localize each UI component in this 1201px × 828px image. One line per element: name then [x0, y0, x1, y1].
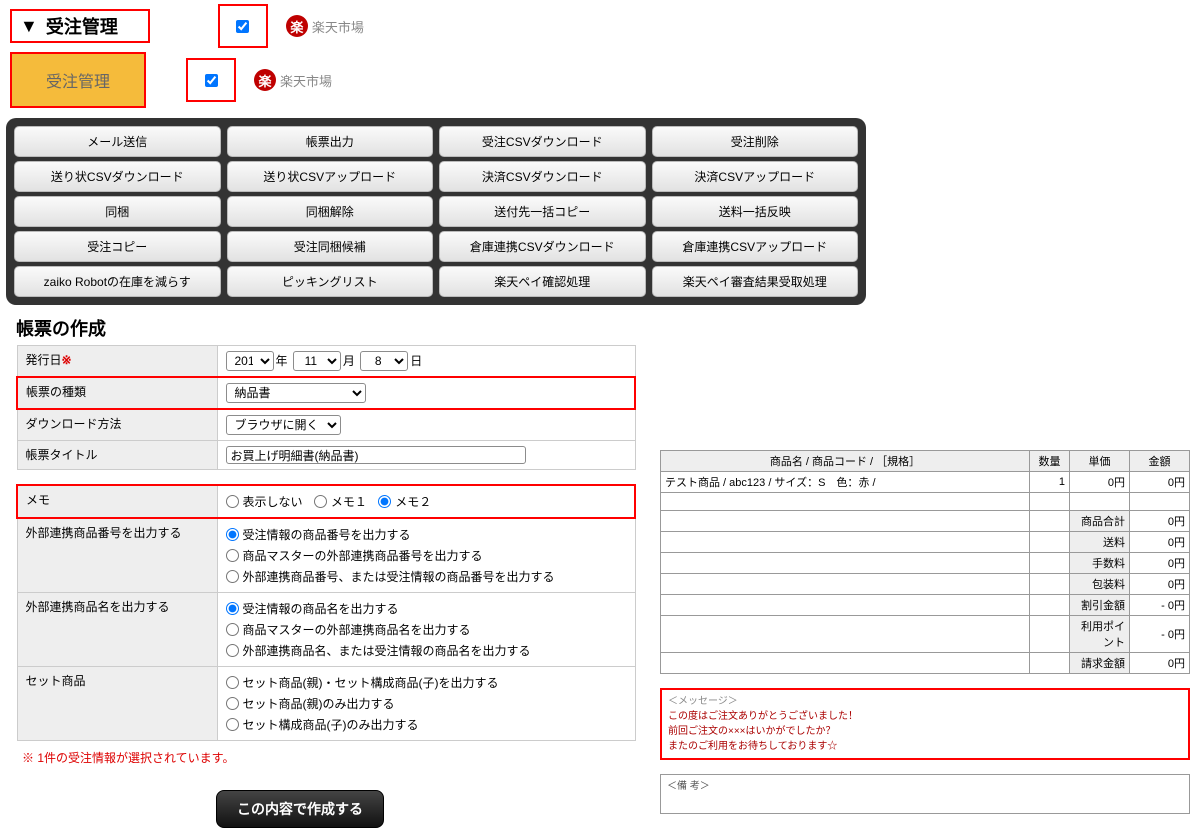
- shop-name-1: 楽天市場: [312, 17, 364, 36]
- bundle-button[interactable]: 同梱: [14, 196, 221, 227]
- triangle-icon: ▼: [20, 16, 38, 37]
- ext-name-radio-1[interactable]: [226, 623, 239, 636]
- preview-table: 商品名 / 商品コード / ［規格］ 数量 単価 金額 テスト商品 / abc1…: [660, 450, 1190, 674]
- ship-addr-copy-button[interactable]: 送付先一括コピー: [439, 196, 646, 227]
- ext-name-radio-0[interactable]: [226, 602, 239, 615]
- memo-label: メモ: [17, 485, 217, 518]
- col-product: 商品名 / 商品コード / ［規格］: [661, 451, 1030, 472]
- table-row: [661, 493, 1190, 511]
- rakuten-pay-review-button[interactable]: 楽天ペイ審査結果受取処理: [652, 266, 859, 297]
- order-delete-button[interactable]: 受注削除: [652, 126, 859, 157]
- remark-box: ＜備 考＞: [660, 774, 1190, 814]
- year-select[interactable]: 2018: [226, 351, 274, 371]
- shop-checkbox-2[interactable]: [205, 74, 218, 87]
- warehouse-csv-ul-button[interactable]: 倉庫連携CSVアップロード: [652, 231, 859, 262]
- ext-name-radio-2[interactable]: [226, 644, 239, 657]
- day-select[interactable]: 8: [360, 351, 408, 371]
- payment-csv-dl-button[interactable]: 決済CSVダウンロード: [439, 161, 646, 192]
- payment-csv-ul-button[interactable]: 決済CSVアップロード: [652, 161, 859, 192]
- warehouse-csv-dl-button[interactable]: 倉庫連携CSVダウンロード: [439, 231, 646, 262]
- download-method-select[interactable]: ブラウザに開く: [226, 415, 341, 435]
- col-qty: 数量: [1030, 451, 1070, 472]
- download-method-label: ダウンロード方法: [17, 409, 217, 441]
- set-radio-1[interactable]: [226, 697, 239, 710]
- bundle-candidates-button[interactable]: 受注同梱候補: [227, 231, 434, 262]
- invoice-csv-ul-button[interactable]: 送り状CSVアップロード: [227, 161, 434, 192]
- ext-name-label: 外部連携商品名を出力する: [17, 593, 217, 667]
- action-button-bar: メール送信 帳票出力 受注CSVダウンロード 受注削除 送り状CSVダウンロード…: [6, 118, 866, 305]
- ext-code-radio-0[interactable]: [226, 528, 239, 541]
- shop-checkbox-1-box: [218, 4, 268, 48]
- rakuten-pay-confirm-button[interactable]: 楽天ペイ確認処理: [439, 266, 646, 297]
- shipping-bulk-button[interactable]: 送料一括反映: [652, 196, 859, 227]
- message-box: ＜メッセージ＞ この度はご注文ありがとうございました！ 前回ご注文の×××はいか…: [660, 688, 1190, 760]
- section-title: ▼ 受注管理: [10, 9, 150, 43]
- col-unit: 単価: [1070, 451, 1130, 472]
- active-tab[interactable]: 受注管理: [10, 52, 146, 108]
- create-report-button[interactable]: この内容で作成する: [216, 790, 384, 828]
- picking-list-button[interactable]: ピッキングリスト: [227, 266, 434, 297]
- report-type-label: 帳票の種類: [17, 377, 217, 409]
- order-copy-button[interactable]: 受注コピー: [14, 231, 221, 262]
- ext-code-radio-2[interactable]: [226, 570, 239, 583]
- memo-radio-2[interactable]: [378, 495, 391, 508]
- report-type-select[interactable]: 納品書: [226, 383, 366, 403]
- shop-checkbox-2-box: [186, 58, 236, 102]
- set-product-label: セット商品: [17, 667, 217, 741]
- report-preview: 商品名 / 商品コード / ［規格］ 数量 単価 金額 テスト商品 / abc1…: [660, 450, 1190, 814]
- unbundle-button[interactable]: 同梱解除: [227, 196, 434, 227]
- shop-name-2: 楽天市場: [280, 71, 332, 90]
- report-output-button[interactable]: 帳票出力: [227, 126, 434, 157]
- ext-code-radio-1[interactable]: [226, 549, 239, 562]
- memo-radio-1[interactable]: [314, 495, 327, 508]
- zaiko-robot-button[interactable]: zaiko Robotの在庫を減らす: [14, 266, 221, 297]
- mail-send-button[interactable]: メール送信: [14, 126, 221, 157]
- rakuten-badge-icon: 楽: [254, 69, 276, 91]
- table-row: テスト商品 / abc123 / サイズ：S 色：赤 / 1 0円 0円: [661, 472, 1190, 493]
- order-csv-dl-button[interactable]: 受注CSVダウンロード: [439, 126, 646, 157]
- rakuten-badge-icon: 楽: [286, 15, 308, 37]
- col-amount: 金額: [1130, 451, 1190, 472]
- invoice-csv-dl-button[interactable]: 送り状CSVダウンロード: [14, 161, 221, 192]
- form-title: 帳票の作成: [16, 315, 1201, 341]
- section-title-text: 受注管理: [46, 13, 118, 39]
- set-radio-2[interactable]: [226, 718, 239, 731]
- issue-date-label: 発行日※: [17, 346, 217, 378]
- memo-radio-none[interactable]: [226, 495, 239, 508]
- report-title-label: 帳票タイトル: [17, 441, 217, 470]
- set-radio-0[interactable]: [226, 676, 239, 689]
- report-title-input[interactable]: [226, 446, 526, 464]
- shop-checkbox-1[interactable]: [236, 20, 249, 33]
- ext-code-label: 外部連携商品番号を出力する: [17, 518, 217, 593]
- month-select[interactable]: 11: [293, 351, 341, 371]
